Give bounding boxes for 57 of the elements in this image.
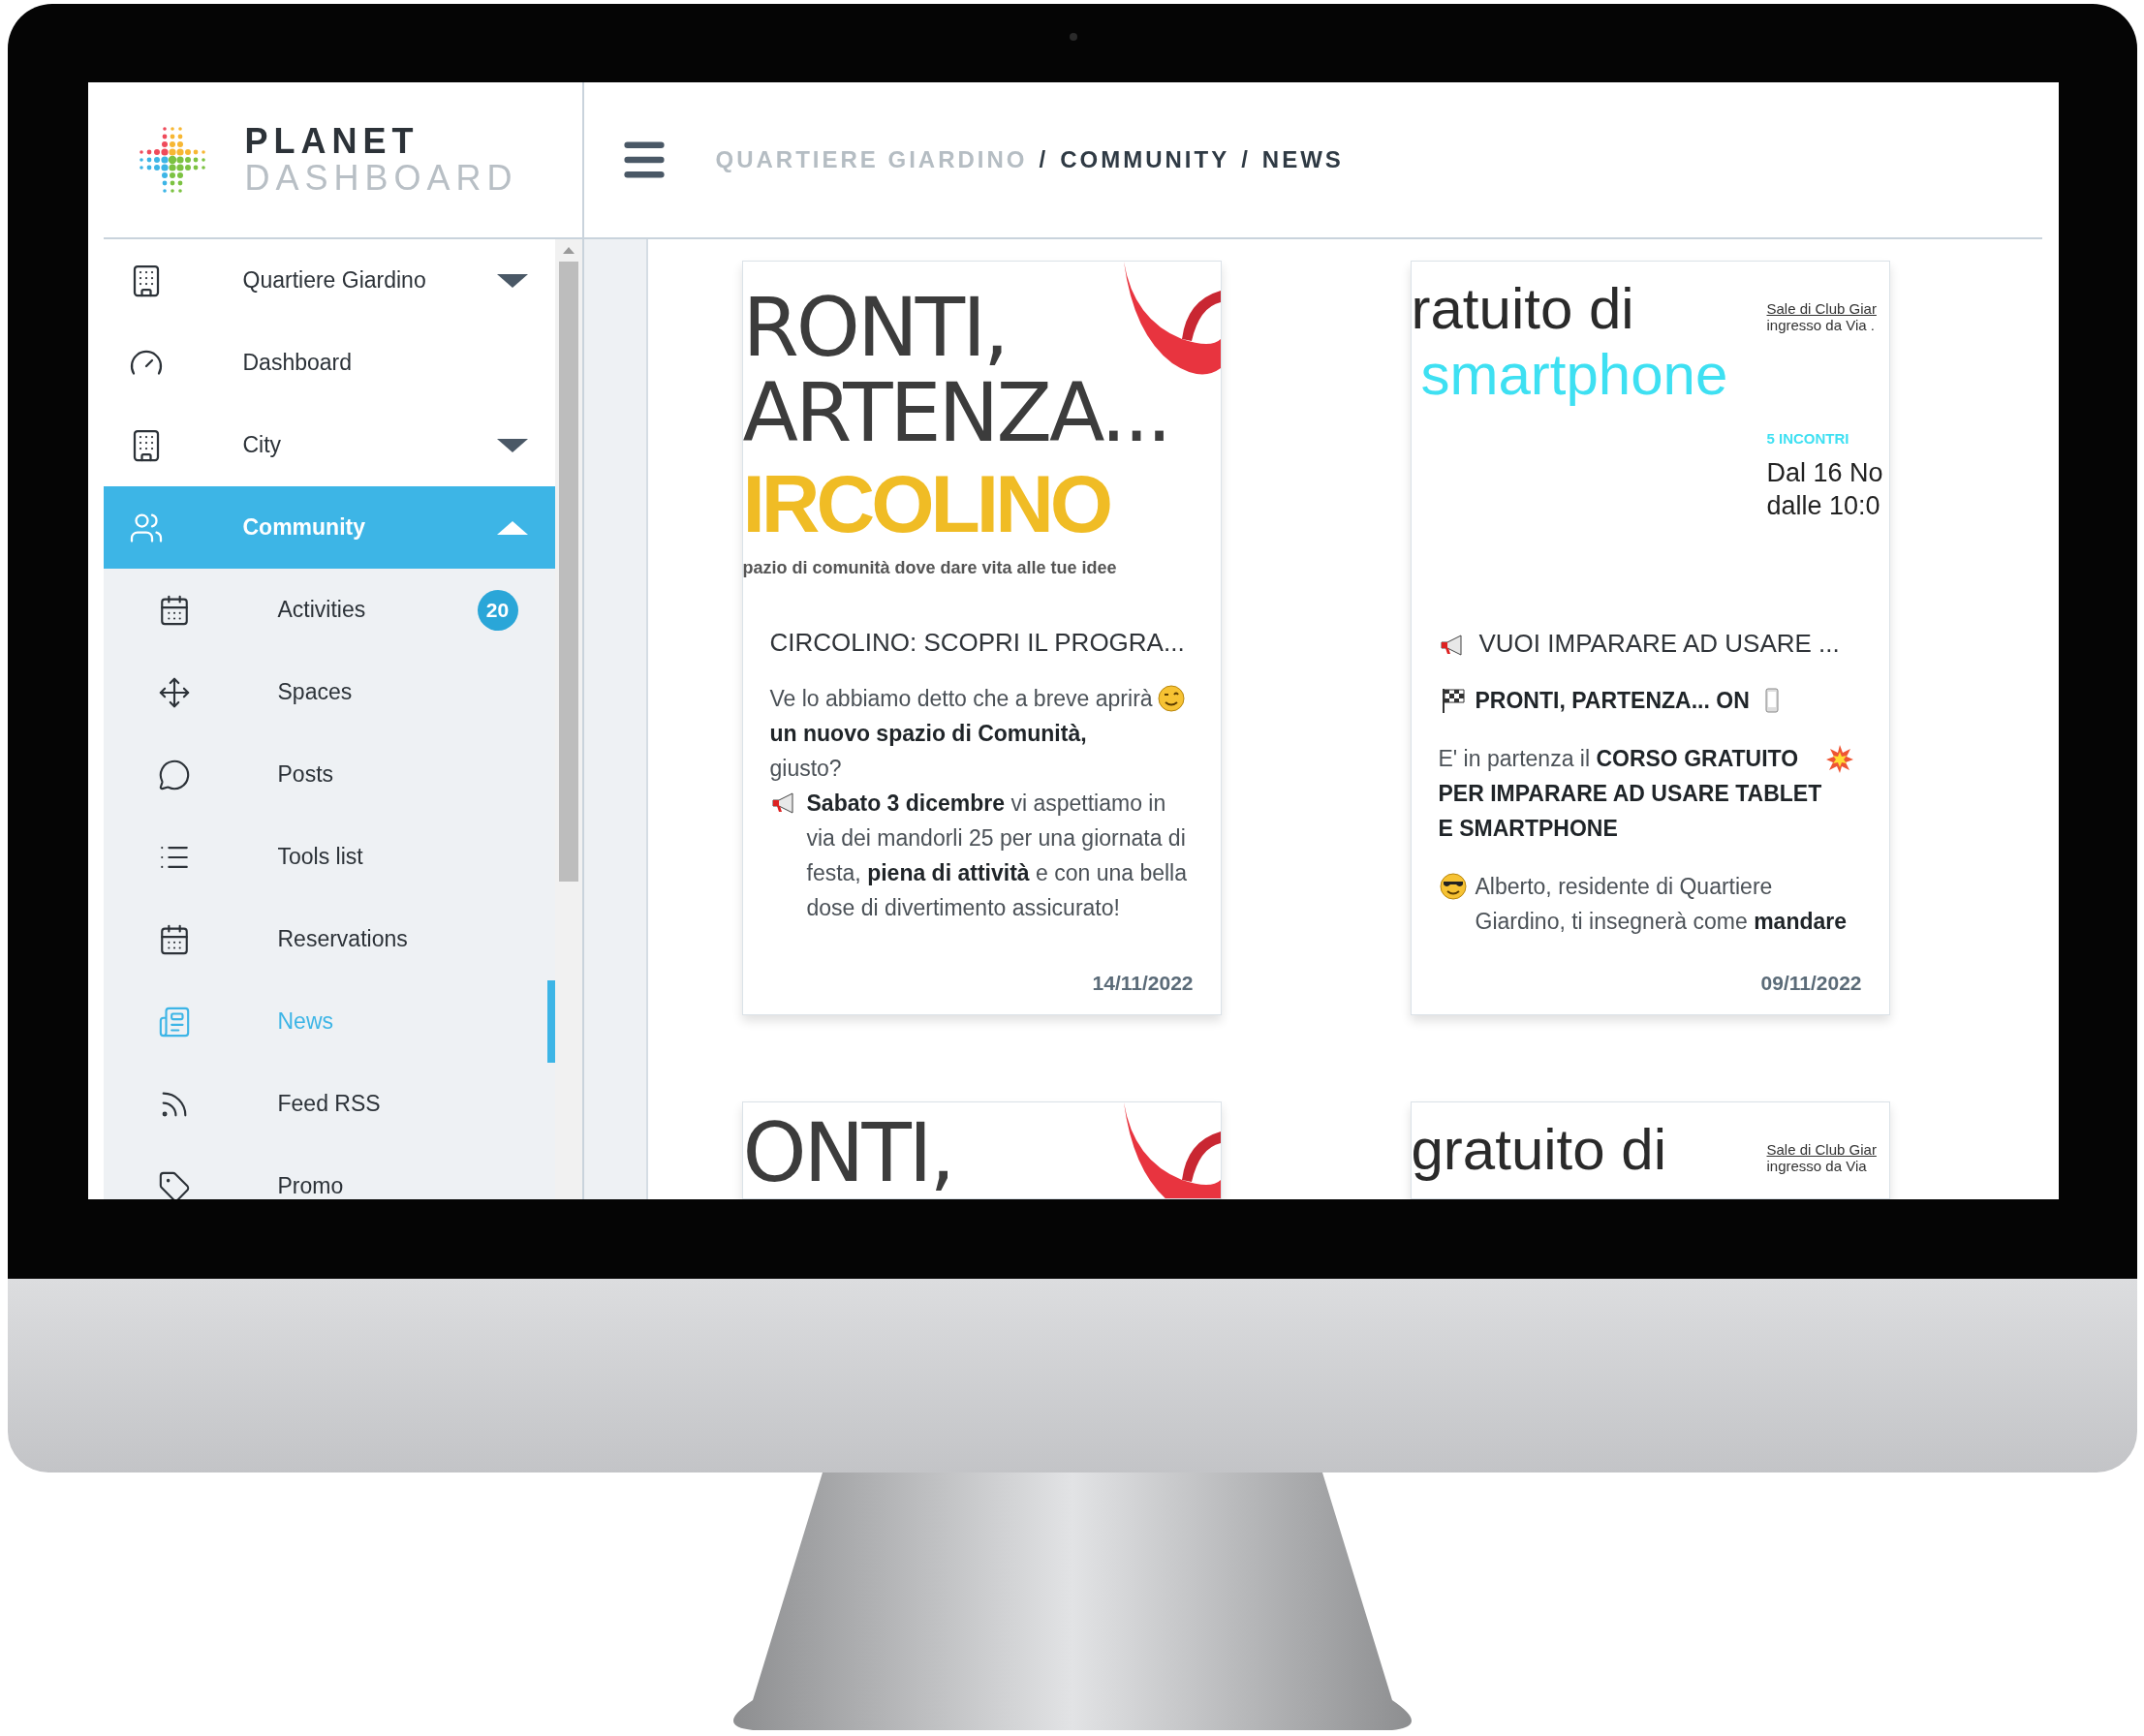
sidebar-item[interactable]: Dashboard (103, 322, 555, 404)
sidebar-subitem[interactable]: Promo (103, 1145, 555, 1199)
breadcrumb-link[interactable]: COMMUNITY (1060, 146, 1230, 173)
caret-icon[interactable] (496, 273, 528, 288)
poster-headline: gratuito di (1411, 1118, 1666, 1182)
tag-icon (157, 1169, 191, 1199)
sidebar-subitem[interactable]: Spaces (103, 651, 555, 733)
poster-note: 5 INCONTRI (1766, 430, 1849, 447)
poster-note: Sale di Club Giar (1766, 300, 1877, 317)
poster-headline: RONTI, (742, 285, 1007, 370)
news-card[interactable]: ONTI, (741, 1101, 1222, 1199)
paragraph-text: Sabato 3 dicembre vi aspettiamo in via dei mandorli 25 per una giornata di festa, piena di attività e con una bella dose di divertimento assicurato! (806, 790, 1188, 922)
poster-note: dalle 10:0 (1766, 490, 1880, 522)
camera-dot (1069, 33, 1077, 41)
sidebar-subitem[interactable]: Activities 20 (103, 569, 555, 651)
sidebar-subitem[interactable]: Posts (103, 733, 555, 816)
paragraph-text: E' in partenza il CORSO GRATUITO PER IMPARARE AD USARE TABLET E SMARTPHONE (1438, 745, 1823, 843)
poster-note: Dal 16 No (1766, 457, 1883, 489)
paragraph-text: PRONTI, PARTENZA... ON (1475, 687, 1750, 715)
breadcrumb-link[interactable]: NEWS (1261, 146, 1344, 173)
scrollbar[interactable] (554, 239, 582, 1199)
poster-headline: ratuito di (1411, 277, 1634, 341)
poster-headline: ARTENZA... (742, 370, 1170, 455)
poster-headline: ONTI, (742, 1110, 953, 1195)
news-title: CIRCOLINO: SCOPRI IL PROGRA... (769, 628, 1185, 658)
poster-note: Sale di Club Giar (1766, 1141, 1877, 1158)
paragraph-text: Alberto, residente di Quartiere Giardino, ti insegnerà come mandare (1475, 873, 1849, 936)
news-card[interactable] (1410, 261, 1890, 1015)
sidebar-item[interactable]: City (103, 404, 555, 486)
sidebar-subitem[interactable]: Reservations (103, 898, 555, 980)
news-card[interactable]: gratuito di Sale di Club Giar ingresso da Via (1410, 1101, 1890, 1199)
news-date: 09/11/2022 (1760, 972, 1862, 995)
explosion-icon (1824, 744, 1854, 773)
smiley-icon (1156, 684, 1186, 713)
count-badge: 20 (477, 589, 518, 631)
planet-logo-icon (138, 126, 206, 194)
newspaper-icon (157, 1005, 191, 1038)
poster-headline: IRCOLINO (742, 457, 1110, 551)
move-arrows-icon (157, 675, 191, 709)
poster-headline: smartphone (1419, 341, 1728, 409)
sidebar-subitem[interactable]: Feed RSS (103, 1063, 555, 1145)
poster-note: ingresso da Via . (1766, 317, 1875, 333)
caret-icon[interactable] (496, 438, 528, 452)
poster-note: ingresso da Via (1766, 1158, 1867, 1174)
sidebar-subitem[interactable]: Tools list (103, 816, 555, 898)
brand-name: DASHBOARD (244, 160, 518, 197)
breadcrumb-separator: / (1039, 146, 1049, 173)
news-title: VUOI IMPARARE AD USARE ... (1478, 629, 1840, 659)
sunglasses-smiley-icon (1438, 872, 1468, 901)
speech-bubble-icon (157, 758, 191, 791)
brand-name: PLANET (244, 123, 420, 160)
breadcrumb-separator: / (1241, 146, 1251, 173)
news-date: 14/11/2022 (1092, 972, 1194, 995)
paragraph-text: Ve lo abbiamo detto che a breve aprirà un nuovo spazio di Comunità, giusto? (769, 685, 1154, 783)
poster-caption: pazio di comunità dove dare vita alle tue idee (742, 558, 1117, 578)
sidebar-item[interactable]: Quartiere Giardino (103, 239, 555, 322)
news-card[interactable] (741, 261, 1222, 1015)
